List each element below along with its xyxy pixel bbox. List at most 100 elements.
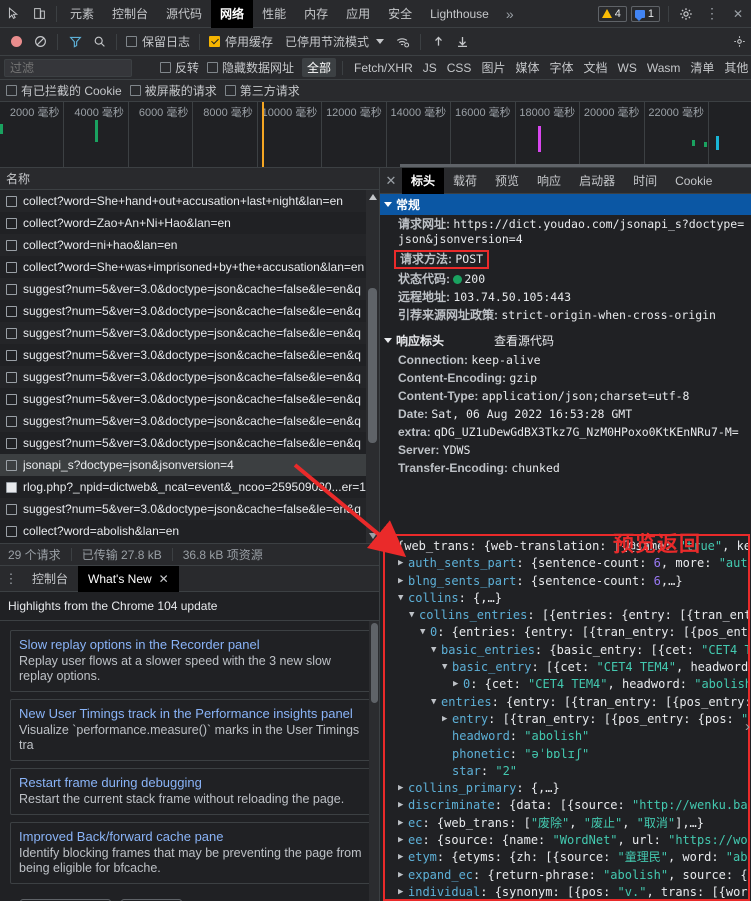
blocked-requests-checkbox[interactable]: 被屏蔽的请求 [129, 82, 217, 99]
chevron-right-icon[interactable]: ▶ [453, 676, 463, 693]
json-tree-row[interactable]: ▶ individual: {synonym: [{pos: "v.", tran… [387, 884, 748, 899]
close-icon[interactable]: ✕ [159, 566, 169, 592]
json-tree-row[interactable]: ▼ collins: {,…} [387, 590, 748, 607]
blocked-cookies-checkbox[interactable]: 有已拦截的 Cookie [6, 82, 122, 99]
json-tree-row[interactable]: ▶ discriminate: {data: [{source: "http://… [387, 797, 748, 814]
network-conditions-icon[interactable] [391, 30, 415, 54]
type-filter-other[interactable]: 其他 [719, 58, 751, 77]
table-row[interactable]: suggest?num=5&ver=3.0&doctype=json&cache… [0, 278, 379, 300]
table-row[interactable]: rlog.php?_npid=dictweb&_ncat=event&_ncoo… [0, 476, 379, 498]
network-overview-timeline[interactable]: 2000 毫秒 4000 毫秒 6000 毫秒 8000 毫秒 10000 毫秒 1200… [0, 102, 751, 168]
filter-input[interactable] [4, 58, 132, 77]
drawer-tab-whats-new[interactable]: What's New ✕ [78, 565, 179, 592]
table-row[interactable]: collect?word=Zao+An+Ni+Hao&lan=en [0, 212, 379, 234]
tab-network[interactable]: 网络 [211, 0, 254, 28]
type-filter-manifest[interactable]: 清单 [685, 58, 719, 77]
type-filter-wasm[interactable]: Wasm [642, 60, 686, 76]
chevron-down-icon[interactable]: ▼ [431, 642, 441, 659]
search-icon[interactable] [87, 30, 111, 54]
json-tree-row[interactable]: ▼ entries: {entry: [{tran_entry: [{pos_en… [387, 694, 748, 711]
export-har-icon[interactable] [450, 30, 474, 54]
list-item[interactable]: Improved Back/forward cache pane Identify… [10, 822, 371, 884]
list-item[interactable]: Restart frame during debugging Restart th… [10, 768, 371, 815]
table-row[interactable]: suggest?num=5&ver=3.0&doctype=json&cache… [0, 410, 379, 432]
chevron-down-icon[interactable]: ▼ [398, 590, 408, 607]
type-filter-fetch-xhr[interactable]: Fetch/XHR [349, 60, 418, 76]
table-row[interactable]: suggest?num=5&ver=3.0&doctype=json&cache… [0, 344, 379, 366]
chevron-right-icon[interactable]: ▶ [398, 884, 408, 899]
json-preview-tree[interactable]: ▼ {web_trans: {web-translation: [{@same: … [385, 536, 748, 899]
table-row[interactable]: collect?word=ni+hao&lan=en [0, 234, 379, 256]
chevron-down-icon[interactable]: ▼ [442, 659, 452, 676]
table-row[interactable]: collect?word=She+hand+out+accusation+las… [0, 190, 379, 212]
chevron-right-icon[interactable]: ▶ [442, 711, 452, 728]
whats-new-card-title[interactable]: Improved Back/forward cache pane [19, 829, 362, 845]
detail-tab-preview[interactable]: 预览 [486, 168, 528, 194]
type-filter-img[interactable]: 图片 [476, 58, 510, 77]
type-filter-all[interactable]: 全部 [302, 58, 337, 77]
view-source-link[interactable]: 查看源代码 [494, 332, 554, 349]
requests-scrollbar[interactable] [366, 190, 379, 543]
json-tree-row[interactable]: ▶ auth_sents_part: {sentence-count: 6, mo… [387, 555, 748, 572]
requests-column-header[interactable]: 名称 [0, 168, 379, 190]
expand-right-icon[interactable]: › [745, 718, 750, 735]
third-party-checkbox[interactable]: 第三方请求 [224, 82, 300, 99]
requests-list[interactable]: collect?word=She+hand+out+accusation+las… [0, 190, 379, 543]
table-row[interactable]: jsonapi_s?doctype=json&jsonversion=4 [0, 454, 379, 476]
inspect-element-icon[interactable] [0, 1, 26, 27]
table-row[interactable]: suggest?num=5&ver=3.0&doctype=json&cache… [0, 322, 379, 344]
json-tree-row[interactable]: ▶ entry: [{tran_entry: [{pos_entry: {pos:… [387, 711, 748, 728]
scroll-down-arrow-icon[interactable] [369, 533, 377, 539]
kebab-menu-icon[interactable]: ⋮ [699, 1, 725, 27]
close-devtools-icon[interactable]: ✕ [725, 1, 751, 27]
chevron-down-icon[interactable]: ▼ [387, 538, 397, 555]
detail-tab-timing[interactable]: 时间 [624, 168, 666, 194]
preserve-log-checkbox[interactable]: 保留日志 [122, 33, 194, 50]
table-row[interactable]: suggest?num=5&ver=3.0&doctype=json&cache… [0, 366, 379, 388]
tab-elements[interactable]: 元素 [61, 0, 103, 28]
hide-data-urls-checkbox[interactable]: 隐藏数据网址 [207, 59, 294, 76]
json-tree-row[interactable]: ▼ basic_entries: {basic_entry: [{cet: "CE… [387, 642, 748, 659]
type-filter-ws[interactable]: WS [613, 60, 642, 76]
json-tree-row[interactable]: ▼ {web_trans: {web-translation: [{@same: … [387, 538, 748, 555]
json-tree-row[interactable]: ▼ basic_entry: [{cet: "CET4 TEM4", headwo… [387, 659, 748, 676]
throttling-label[interactable]: 已停用节流模式 [285, 33, 369, 50]
filter-icon[interactable] [63, 30, 87, 54]
invert-checkbox[interactable]: 反转 [160, 59, 199, 76]
requests-scrollbar-thumb[interactable] [368, 288, 377, 443]
tab-security[interactable]: 安全 [379, 0, 421, 28]
clear-button[interactable] [28, 30, 52, 54]
whats-new-card-title[interactable]: Restart frame during debugging [19, 775, 362, 791]
type-filter-doc[interactable]: 文档 [578, 58, 612, 77]
whats-new-card-title[interactable]: Slow replay options in the Recorder pane… [19, 637, 362, 653]
table-row[interactable]: suggest?num=5&ver=3.0&doctype=json&cache… [0, 432, 379, 454]
warning-badge[interactable]: 4 [597, 5, 627, 22]
json-preview-box[interactable]: ▼ {web_trans: {web-translation: [{@same: … [383, 534, 750, 901]
general-section-header[interactable]: 常规 [380, 194, 751, 215]
tab-performance[interactable]: 性能 [253, 0, 295, 28]
table-row[interactable]: suggest?num=5&ver=3.0&doctype=json&cache… [0, 300, 379, 322]
table-row[interactable]: collect?word=She+was+imprisoned+by+the+a… [0, 256, 379, 278]
type-filter-media[interactable]: 媒体 [510, 58, 544, 77]
json-tree-row[interactable]: ▶ 0: {cet: "CET4 TEM4", headword: "abolis… [387, 676, 748, 693]
chevron-right-icon[interactable]: ▶ [398, 573, 408, 590]
drawer-more-icon[interactable]: ⋮ [0, 571, 22, 587]
json-tree-row[interactable]: ▶ blng_sents_part: {sentence-count: 6,…} [387, 573, 748, 590]
json-tree-row[interactable]: ▼ collins_entries: [{entries: {entry: [{t… [387, 607, 748, 624]
response-headers-section-header[interactable]: 响应标头 查看源代码 [380, 330, 751, 351]
gear-icon[interactable] [673, 1, 699, 27]
issues-badge[interactable]: 1 [630, 5, 660, 22]
tab-application[interactable]: 应用 [337, 0, 379, 28]
table-row[interactable]: suggest?num=5&ver=3.0&doctype=json&cache… [0, 388, 379, 410]
json-tree-row[interactable]: ▶ collins_primary: {,…} [387, 780, 748, 797]
chevron-down-icon[interactable]: ▼ [431, 694, 441, 711]
json-tree-row[interactable]: ▶ ee: {source: {name: "WordNet", url: "ht… [387, 832, 748, 849]
json-tree-row[interactable]: phonetic: "əˈbɒlɪʃ" [387, 746, 748, 763]
json-tree-row[interactable]: ▶ ec: {web_trans: ["废除", "废止", "取消"],…} [387, 815, 748, 832]
tab-memory[interactable]: 内存 [295, 0, 337, 28]
device-toolbar-icon[interactable] [26, 1, 52, 27]
chevron-right-icon[interactable]: ▶ [398, 797, 408, 814]
whats-new-scrollbar[interactable] [369, 621, 379, 901]
json-tree-row[interactable]: headword: "abolish" [387, 728, 748, 745]
whats-new-card-title[interactable]: New User Timings track in the Performanc… [19, 706, 362, 722]
